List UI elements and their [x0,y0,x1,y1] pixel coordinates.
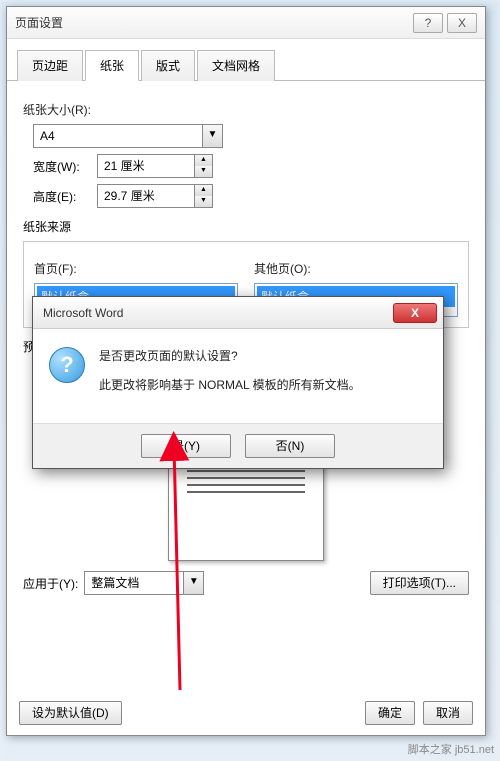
dialog-title: 页面设置 [15,14,409,31]
yes-button[interactable]: 是(Y) [141,434,231,458]
width-spinner[interactable]: 21 厘米 ▲▼ [97,154,213,178]
width-label: 宽度(W): [33,158,97,175]
set-default-button[interactable]: 设为默认值(D) [19,701,122,725]
spin-down-icon[interactable]: ▼ [195,166,212,177]
spin-up-icon[interactable]: ▲ [195,155,212,166]
paper-size-value: A4 [34,125,202,147]
paper-size-label: 纸张大小(R): [23,101,469,118]
width-value: 21 厘米 [98,155,194,177]
print-options-button[interactable]: 打印选项(T)... [370,571,469,595]
msgbox-line2: 此更改将影响基于 NORMAL 模板的所有新文档。 [99,376,361,393]
apply-to-combo[interactable]: 整篇文档 ▼ [84,571,204,595]
watermark: 脚本之家 jb51.net [408,741,494,757]
close-icon[interactable]: X [393,303,437,323]
ok-button[interactable]: 确定 [365,701,415,725]
cancel-button[interactable]: 取消 [423,701,473,725]
apply-to-value: 整篇文档 [85,572,183,594]
chevron-down-icon[interactable]: ▼ [202,125,222,147]
tab-strip: 页边距 纸张 版式 文档网格 [7,39,485,81]
question-icon: ? [49,347,85,383]
spin-down-icon[interactable]: ▼ [195,196,212,207]
confirm-dialog: Microsoft Word X ? 是否更改页面的默认设置? 此更改将影响基于… [32,296,444,469]
tab-grid[interactable]: 文档网格 [197,50,275,81]
close-button[interactable]: X [447,13,477,33]
msgbox-title: Microsoft Word [43,306,393,320]
msgbox-line1: 是否更改页面的默认设置? [99,347,361,364]
help-button[interactable]: ? [413,13,443,33]
height-value: 29.7 厘米 [98,185,194,207]
height-spinner[interactable]: 29.7 厘米 ▲▼ [97,184,213,208]
tab-margins[interactable]: 页边距 [17,50,83,81]
height-label: 高度(E): [33,188,97,205]
no-button[interactable]: 否(N) [245,434,335,458]
msgbox-titlebar: Microsoft Word X [33,297,443,329]
paper-source-label: 纸张来源 [23,218,469,235]
spin-up-icon[interactable]: ▲ [195,185,212,196]
paper-size-combo[interactable]: A4 ▼ [33,124,223,148]
other-page-label: 其他页(O): [254,260,458,277]
first-page-label: 首页(F): [34,260,238,277]
chevron-down-icon[interactable]: ▼ [183,572,203,594]
tab-layout[interactable]: 版式 [141,50,195,81]
titlebar: 页面设置 ? X [7,7,485,39]
tab-paper[interactable]: 纸张 [85,50,139,81]
msgbox-text: 是否更改页面的默认设置? 此更改将影响基于 NORMAL 模板的所有新文档。 [99,347,361,405]
dialog-footer: 设为默认值(D) 确定 取消 [19,701,473,725]
apply-to-label: 应用于(Y): [23,575,78,592]
